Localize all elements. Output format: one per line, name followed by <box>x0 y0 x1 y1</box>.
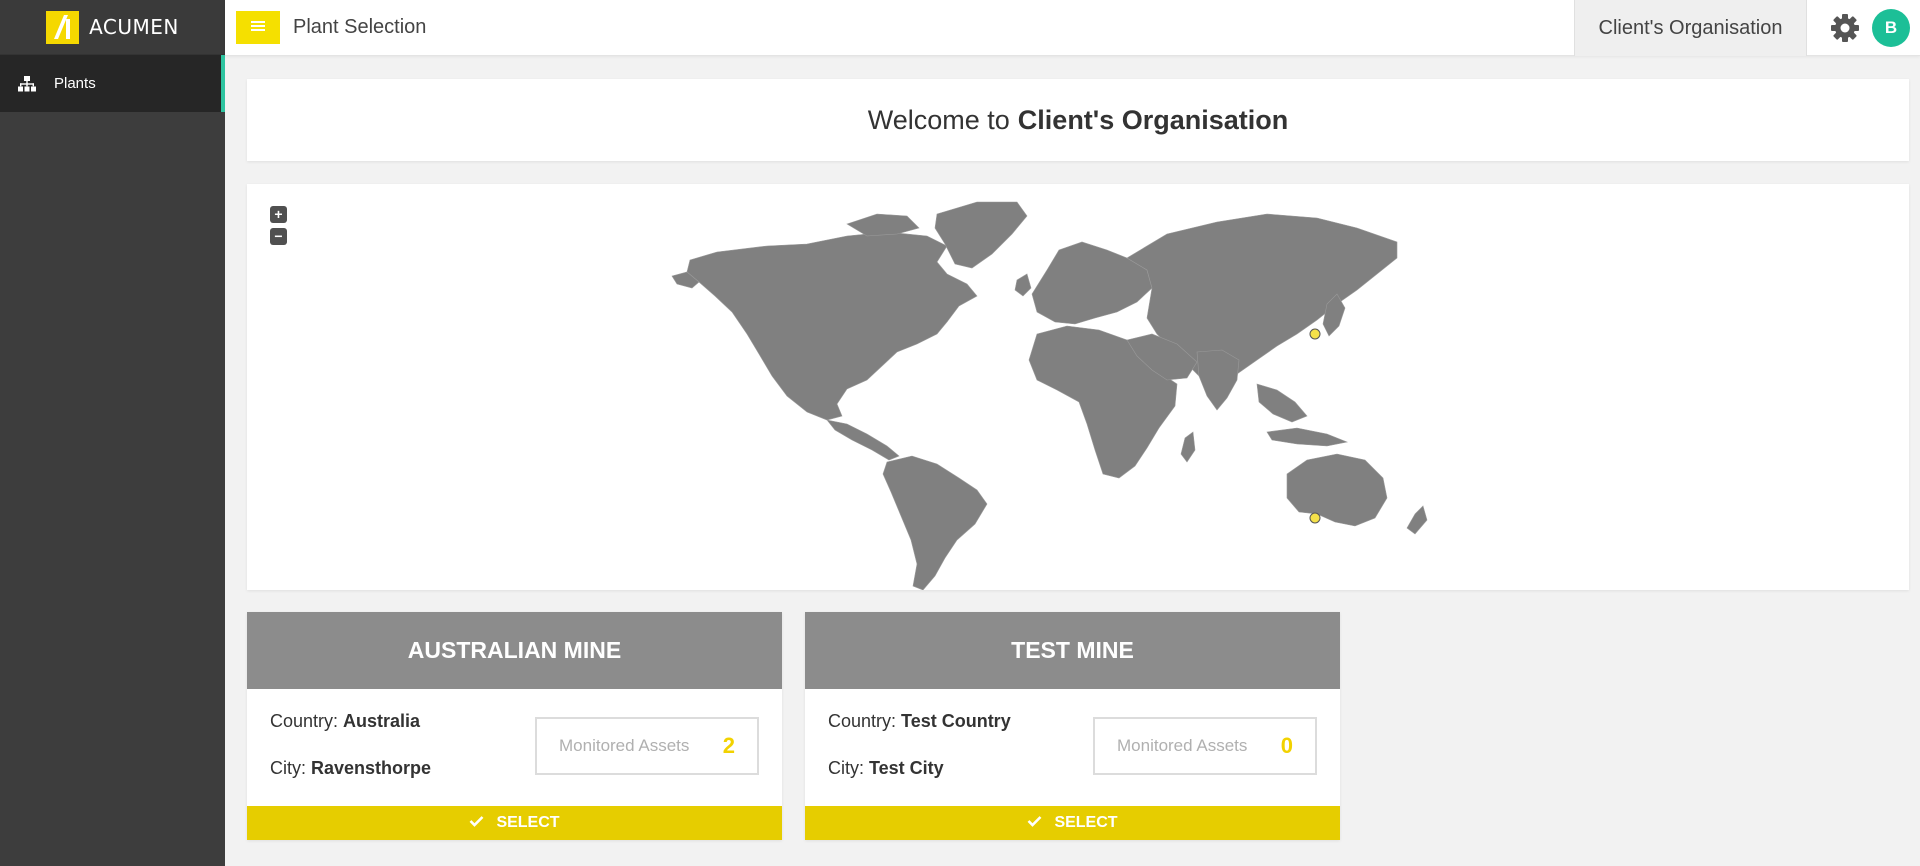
world-map[interactable] <box>247 184 1909 590</box>
sitemap-icon <box>18 75 36 92</box>
hamburger-icon <box>251 19 265 37</box>
north-america-shape <box>686 231 978 421</box>
welcome-banner: Welcome to Client's Organisation <box>247 79 1909 161</box>
city-value: Test City <box>869 758 944 778</box>
assets-label: Monitored Assets <box>1117 736 1248 755</box>
map-marker-east-asia <box>1309 328 1321 340</box>
avatar[interactable]: B <box>1872 9 1910 47</box>
monitored-assets-box: Monitored Assets 2 <box>535 717 759 775</box>
select-button[interactable]: SELECT <box>247 806 782 840</box>
uk-shape <box>1014 273 1032 297</box>
card-title: TEST MINE <box>805 612 1340 689</box>
check-icon <box>1027 814 1042 832</box>
card-body: Country: Test Country City: Test City Moni… <box>805 689 1340 806</box>
page-title: Plant Selection <box>293 16 427 38</box>
central-america-shape <box>826 419 900 461</box>
south-america-shape <box>882 455 988 590</box>
sidebar-item-label: Plants <box>54 75 96 92</box>
city-label: City: <box>828 758 864 778</box>
city-value: Ravensthorpe <box>311 758 432 778</box>
greenland-shape <box>934 201 1028 269</box>
australia-shape <box>1286 453 1388 527</box>
madagascar-shape <box>1180 431 1196 463</box>
sidebar-item-plants[interactable]: Plants <box>0 55 225 112</box>
arctic-islands-shape <box>846 213 920 237</box>
map-marker-ravensthorpe <box>1309 512 1321 524</box>
country-label: Country: <box>270 711 339 731</box>
organisation-selector[interactable]: Client's Organisation <box>1574 0 1807 56</box>
new-zealand-shape <box>1406 505 1428 535</box>
indonesia-shape <box>1266 427 1349 447</box>
check-icon <box>469 814 484 832</box>
select-label: SELECT <box>1054 814 1118 831</box>
topbar: Plant Selection Client's Organisation B <box>225 0 1920 56</box>
country-field: Country: Australia <box>270 711 420 732</box>
brand-name: ACUMEN <box>89 15 179 39</box>
assets-count: 2 <box>722 733 735 758</box>
southeast-asia-shape <box>1256 383 1308 423</box>
india-shape <box>1196 349 1240 411</box>
assets-count: 0 <box>1280 733 1293 758</box>
brand[interactable]: ACUMEN <box>0 0 225 55</box>
country-value: Australia <box>343 711 421 731</box>
city-field: City: Ravensthorpe <box>270 758 431 779</box>
select-button[interactable]: SELECT <box>805 806 1340 840</box>
card-body: Country: Australia City: Ravensthorpe Moni… <box>247 689 782 806</box>
acumen-logo-icon <box>46 10 80 44</box>
city-label: City: <box>270 758 306 778</box>
zoom-out-button[interactable]: − <box>270 228 287 245</box>
sidebar: ACUMEN Plants <box>0 0 225 866</box>
zoom-in-button[interactable]: + <box>270 206 287 223</box>
gear-icon[interactable] <box>1829 12 1861 44</box>
monitored-assets-box: Monitored Assets 0 <box>1093 717 1317 775</box>
country-label: Country: <box>828 711 897 731</box>
country-value: Test Country <box>901 711 1011 731</box>
city-field: City: Test City <box>828 758 944 779</box>
plant-card-australian-mine: AUSTRALIAN MINE Country: Australia City: R… <box>247 612 782 840</box>
welcome-prefix: Welcome to <box>867 104 1010 135</box>
plant-card-test-mine: TEST MINE Country: Test Country City: Test… <box>805 612 1340 840</box>
menu-toggle-button[interactable] <box>236 11 280 44</box>
welcome-org: Client's Organisation <box>1017 104 1289 135</box>
country-field: Country: Test Country <box>828 711 1011 732</box>
world-map-panel[interactable]: + − <box>247 184 1909 590</box>
select-label: SELECT <box>496 814 560 831</box>
assets-label: Monitored Assets <box>559 736 690 755</box>
card-title: AUSTRALIAN MINE <box>247 612 782 689</box>
